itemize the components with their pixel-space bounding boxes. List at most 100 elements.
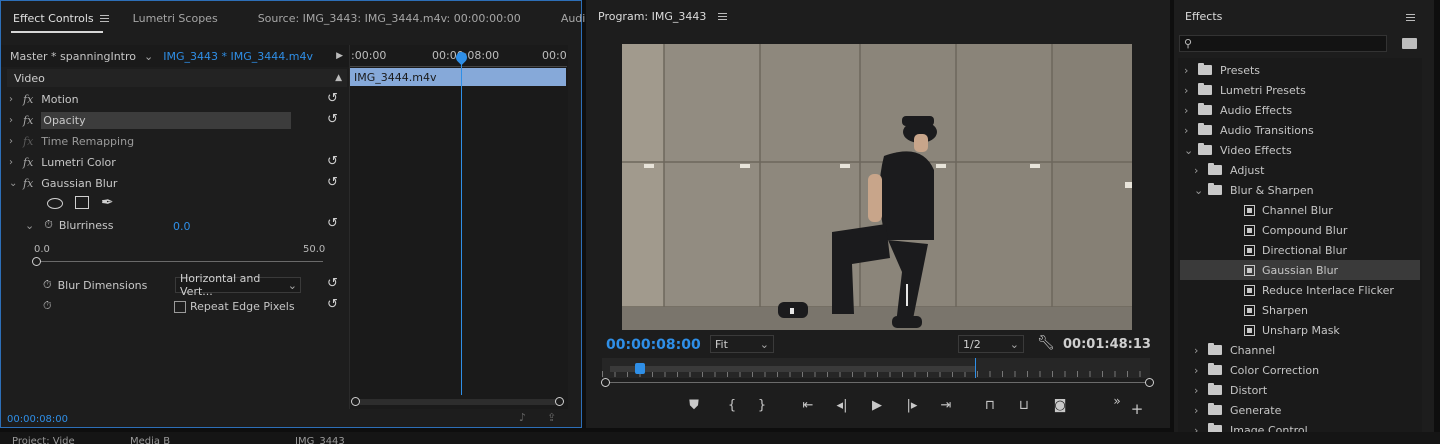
playhead-line[interactable]: [461, 57, 462, 395]
export-frame-icon[interactable]: ◙: [1050, 398, 1070, 413]
panel-menu-icon[interactable]: [99, 15, 109, 22]
go-to-in-icon[interactable]: ⇤: [798, 398, 818, 413]
zoom-bar[interactable]: [606, 382, 1150, 383]
play-icon[interactable]: ▶: [867, 398, 887, 413]
effect-controls-timeline[interactable]: [349, 45, 568, 409]
timeline-scrollbar[interactable]: [353, 399, 563, 405]
effects-item-adjust[interactable]: › Adjust: [1184, 160, 1264, 180]
blur-dimensions-select[interactable]: Horizontal and Vert... ⌄: [175, 272, 301, 298]
reset-icon[interactable]: ↺: [327, 217, 341, 230]
program-playhead[interactable]: [634, 363, 645, 374]
effect-row-opacity[interactable]: › fx Opacity: [9, 110, 292, 130]
timeline-clip[interactable]: IMG_3444.m4v: [350, 68, 566, 86]
effect-row-time-remapping[interactable]: › fx Time Remapping: [9, 131, 134, 151]
fx-icon[interactable]: fx: [23, 114, 33, 127]
effects-item-audio-transitions[interactable]: › Audio Transitions: [1184, 120, 1314, 140]
export-icon[interactable]: ⇪: [547, 411, 556, 424]
repeat-edge-checkbox[interactable]: [174, 301, 186, 313]
effects-item-audio-effects[interactable]: › Audio Effects: [1184, 100, 1292, 120]
effects-item-channel-blur[interactable]: Channel Blur: [1184, 200, 1333, 220]
effects-item-sharpen[interactable]: Sharpen: [1184, 300, 1308, 320]
chevron-right-icon[interactable]: ›: [1184, 104, 1198, 117]
stopwatch-icon[interactable]: ⏱: [43, 278, 52, 292]
mark-out-icon[interactable]: }: [752, 398, 772, 413]
blurriness-value[interactable]: 0.0: [173, 220, 191, 233]
chevron-right-icon[interactable]: ›: [1194, 384, 1208, 397]
resolution-select[interactable]: 1/2 ⌄: [958, 335, 1024, 353]
effects-item-presets[interactable]: › Presets: [1184, 60, 1260, 80]
extract-icon[interactable]: ⊔: [1014, 398, 1034, 413]
program-timecode[interactable]: 00:00:08:00: [606, 337, 701, 353]
tab-source[interactable]: Source: IMG_3443: IMG_3444.m4v: 00:00:00…: [230, 12, 533, 25]
button-editor-icon[interactable]: +: [1127, 400, 1147, 418]
chevron-down-icon[interactable]: ⌄: [9, 178, 19, 189]
pen-mask-icon[interactable]: ✒: [101, 193, 114, 211]
collapse-video-icon[interactable]: ▲: [335, 73, 342, 83]
more-controls-icon[interactable]: »: [1107, 394, 1127, 408]
reset-icon[interactable]: ↺: [327, 298, 341, 311]
ellipse-mask-icon[interactable]: [47, 198, 63, 209]
reset-icon[interactable]: ↺: [327, 113, 341, 126]
zoom-handle-left[interactable]: [601, 378, 610, 387]
chevron-right-icon[interactable]: ›: [1184, 84, 1198, 97]
fit-select[interactable]: Fit ⌄: [710, 335, 774, 353]
chevron-right-icon[interactable]: ›: [9, 136, 19, 147]
chevron-right-icon[interactable]: ›: [1184, 64, 1198, 77]
zoom-handle-right[interactable]: [1145, 378, 1154, 387]
new-bin-icon[interactable]: [1402, 38, 1417, 49]
chevron-right-icon[interactable]: ›: [9, 94, 19, 105]
effect-row-gaussian-blur[interactable]: ⌄ fx Gaussian Blur: [9, 173, 117, 193]
fx-icon[interactable]: fx: [23, 93, 33, 106]
effect-row-motion[interactable]: › fx Motion: [9, 89, 79, 109]
effects-item-directional-blur[interactable]: Directional Blur: [1184, 240, 1347, 260]
add-marker-icon[interactable]: ⛊: [684, 398, 704, 413]
stopwatch-icon[interactable]: ⏱: [44, 218, 53, 232]
effects-item-reduce-interlace-flicker[interactable]: Reduce Interlace Flicker: [1184, 280, 1394, 300]
tab-lumetri-scopes[interactable]: Lumetri Scopes: [121, 12, 230, 25]
chevron-down-icon[interactable]: ⌄: [1194, 184, 1208, 197]
panel-menu-icon[interactable]: [1406, 14, 1415, 21]
step-forward-icon[interactable]: |▸: [902, 398, 922, 413]
chevron-right-icon[interactable]: ›: [1194, 404, 1208, 417]
out-point-marker[interactable]: [974, 358, 976, 378]
master-dropdown-icon[interactable]: ⌄: [144, 50, 153, 63]
video-frame[interactable]: [622, 44, 1132, 330]
tab-media-browser[interactable]: Media B: [130, 436, 170, 444]
scroll-handle-right[interactable]: [555, 397, 564, 406]
wrench-icon[interactable]: 🔧︎: [1037, 335, 1055, 351]
step-back-icon[interactable]: ◂|: [832, 398, 852, 413]
rectangle-mask-icon[interactable]: [75, 196, 89, 209]
panel-menu-icon[interactable]: [718, 13, 728, 20]
reset-icon[interactable]: ↺: [327, 155, 341, 168]
effects-item-gaussian-blur[interactable]: Gaussian Blur: [1180, 260, 1420, 280]
go-to-out-icon[interactable]: ⇥: [936, 398, 956, 413]
effects-item-distort[interactable]: › Distort: [1184, 380, 1267, 400]
effects-item-video-effects[interactable]: ⌄ Video Effects: [1184, 140, 1292, 160]
tab-sequence[interactable]: IMG_3443: [295, 436, 345, 444]
chevron-right-icon[interactable]: ›: [1184, 124, 1198, 137]
fx-icon[interactable]: fx: [23, 156, 33, 169]
effects-item-generate[interactable]: › Generate: [1184, 400, 1281, 420]
reset-icon[interactable]: ↺: [327, 277, 341, 290]
chevron-right-icon[interactable]: ›: [1194, 164, 1208, 177]
chevron-right-icon[interactable]: ›: [1194, 344, 1208, 357]
chevron-right-icon[interactable]: ›: [1194, 364, 1208, 377]
effects-item-lumetri-presets[interactable]: › Lumetri Presets: [1184, 80, 1306, 100]
mark-in-icon[interactable]: {: [722, 398, 742, 413]
expand-timeline-icon[interactable]: ▶: [336, 51, 343, 61]
chevron-down-icon[interactable]: ⌄: [1184, 144, 1198, 157]
reset-icon[interactable]: ↺: [327, 176, 341, 189]
chevron-down-icon[interactable]: ⌄: [25, 219, 34, 232]
tab-project[interactable]: Project: Vide: [12, 436, 75, 444]
lift-icon[interactable]: ⊓: [980, 398, 1000, 413]
audio-only-icon[interactable]: ♪: [519, 411, 526, 424]
ec-timecode[interactable]: 00:00:08:00: [7, 414, 68, 425]
reset-icon[interactable]: ↺: [327, 92, 341, 105]
clip-label[interactable]: IMG_3443 * IMG_3444.m4v: [163, 50, 313, 63]
chevron-right-icon[interactable]: ›: [9, 157, 19, 168]
effect-row-lumetri-color[interactable]: › fx Lumetri Color: [9, 152, 116, 172]
scroll-handle-left[interactable]: [351, 397, 360, 406]
effects-item-blur-sharpen[interactable]: ⌄ Blur & Sharpen: [1184, 180, 1314, 200]
blurriness-slider-track[interactable]: [37, 261, 323, 262]
blurriness-slider-handle[interactable]: [32, 257, 41, 266]
